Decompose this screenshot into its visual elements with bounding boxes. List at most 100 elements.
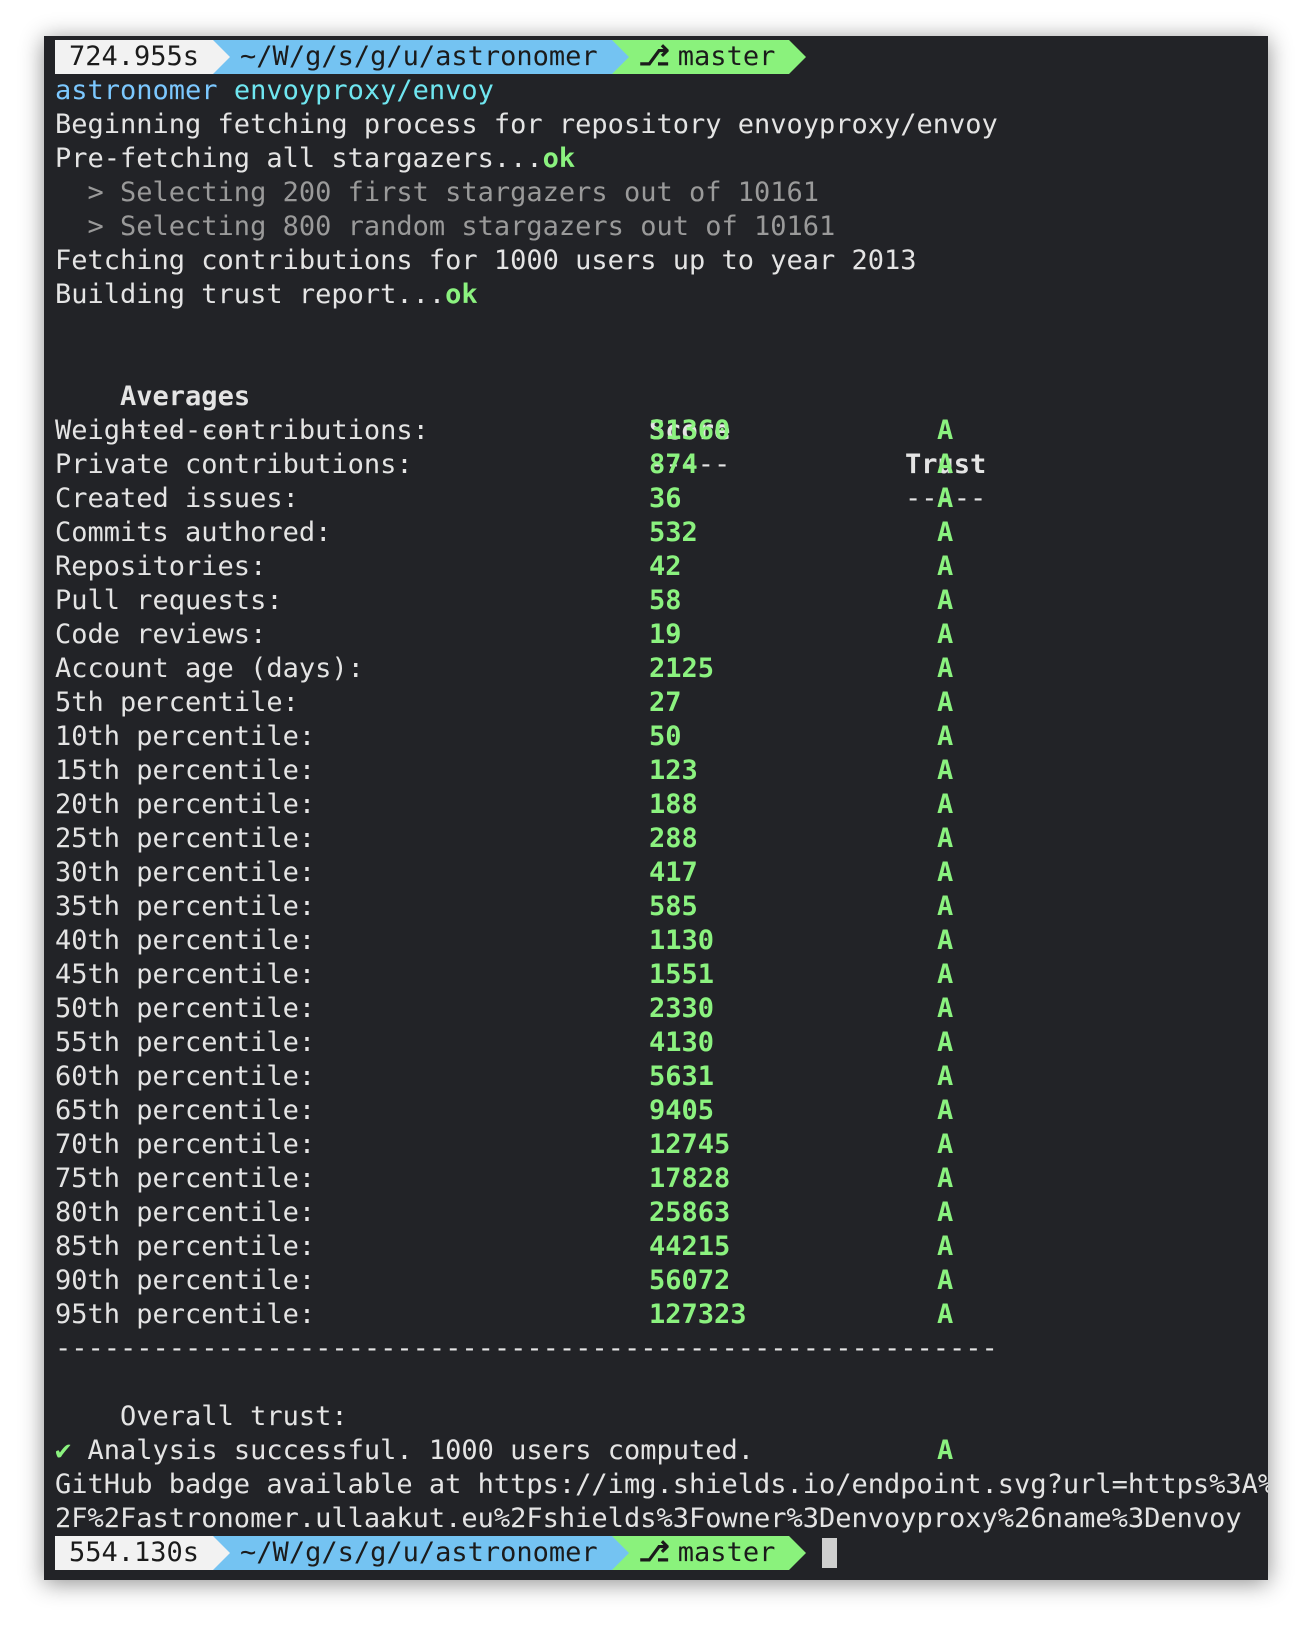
row-label: 25th percentile: (55, 823, 316, 854)
row-trust-grade: A (937, 1129, 954, 1160)
row-trust-grade: A (937, 517, 954, 548)
row-trust-grade: A (937, 1231, 954, 1262)
row-score: 127323 (649, 1299, 747, 1330)
table-row: 80th percentile: 25863 A (55, 1196, 1268, 1230)
row-score: 50 (649, 721, 682, 752)
overall-trust-row: Overall trust: A (55, 1366, 1268, 1466)
row-label: 20th percentile: (55, 789, 316, 820)
powerline-separator (789, 1536, 807, 1570)
row-score: 9405 (649, 1095, 715, 1126)
row-score: 4130 (649, 1027, 715, 1058)
log-prefetch: Pre-fetching all stargazers...ok (55, 142, 1268, 176)
table-header: Averages Score Trust (55, 346, 1268, 480)
row-label: 85th percentile: (55, 1231, 316, 1262)
row-label: Account age (days): (55, 653, 364, 684)
row-label: 95th percentile: (55, 1299, 316, 1330)
powerline-separator (611, 1536, 629, 1570)
prompt-path: ~/W/g/s/g/u/astronomer (230, 1536, 612, 1570)
row-trust-grade: A (937, 755, 954, 786)
row-score: 58 (649, 585, 682, 616)
row-trust-grade: A (937, 619, 954, 650)
table-row: 95th percentile: 127323 A (55, 1298, 1268, 1332)
row-score: 19 (649, 619, 682, 650)
table-row: Code reviews: 19 A (55, 618, 1268, 652)
row-trust-grade: A (937, 789, 954, 820)
prompt-branch: master (677, 1537, 776, 1568)
row-trust-grade: A (937, 449, 954, 480)
table-row: 10th percentile: 50 A (55, 720, 1268, 754)
status-ok: ok (542, 143, 576, 174)
row-trust-grade: A (937, 415, 954, 446)
table-row: 70th percentile: 12745 A (55, 1128, 1268, 1162)
table-row: 55th percentile: 4130 A (55, 1026, 1268, 1060)
table-row: 60th percentile: 5631 A (55, 1060, 1268, 1094)
row-trust-grade: A (937, 1265, 954, 1296)
row-label: Commits authored: (55, 517, 332, 548)
command-program: astronomer (55, 75, 218, 106)
row-label: 35th percentile: (55, 891, 316, 922)
row-score: 5631 (649, 1061, 715, 1092)
prompt-top: 724.955s ~/W/g/s/g/u/astronomer ⎇ master (55, 40, 1268, 74)
log-fetching: Fetching contributions for 1000 users up… (55, 245, 917, 276)
row-label: 40th percentile: (55, 925, 316, 956)
row-label: Code reviews: (55, 619, 267, 650)
table-row: 45th percentile: 1551 A (55, 958, 1268, 992)
row-label: 80th percentile: (55, 1197, 316, 1228)
table-row: 90th percentile: 56072 A (55, 1264, 1268, 1298)
row-score: 36 (649, 483, 682, 514)
table-row: Repositories: 42 A (55, 550, 1268, 584)
row-score: 123 (649, 755, 698, 786)
row-score: 1551 (649, 959, 715, 990)
row-score: 188 (649, 789, 698, 820)
prompt-git: ⎇ master (628, 1536, 790, 1570)
check-icon: ✔ (55, 1435, 72, 1466)
git-branch-icon: ⎇ (638, 41, 670, 72)
row-trust-grade: A (937, 1163, 954, 1194)
row-trust-grade: A (937, 585, 954, 616)
row-trust-grade: A (937, 1197, 954, 1228)
table-row: Account age (days): 2125 A (55, 652, 1268, 686)
row-label: 90th percentile: (55, 1265, 316, 1296)
row-trust-grade: A (937, 483, 954, 514)
row-label: Pull requests: (55, 585, 283, 616)
table-row: 75th percentile: 17828 A (55, 1162, 1268, 1196)
table-header-underline: -------- ----- ----- (55, 380, 1268, 514)
prompt-time: 554.130s (55, 1536, 214, 1570)
row-score: 288 (649, 823, 698, 854)
row-score: 585 (649, 891, 698, 922)
row-label: 50th percentile: (55, 993, 316, 1024)
prompt-branch: master (677, 41, 776, 72)
table-row: 5th percentile: 27 A (55, 686, 1268, 720)
row-score: 56072 (649, 1265, 731, 1296)
row-trust-grade: A (937, 1061, 954, 1092)
table-row: Created issues: 36 A (55, 482, 1268, 516)
row-label: Created issues: (55, 483, 299, 514)
prompt-bottom: 554.130s ~/W/g/s/g/u/astronomer ⎇ master (55, 1536, 1268, 1570)
row-trust-grade: A (937, 959, 954, 990)
table-row: 40th percentile: 1130 A (55, 924, 1268, 958)
prompt-time: 724.955s (55, 40, 214, 74)
row-label: 30th percentile: (55, 857, 316, 888)
table-row: 15th percentile: 123 A (55, 754, 1268, 788)
result-success-text: Analysis successful. 1000 users computed… (87, 1435, 755, 1466)
table-row: Commits authored: 532 A (55, 516, 1268, 550)
row-trust-grade: A (937, 653, 954, 684)
row-score: 12745 (649, 1129, 731, 1160)
row-trust-grade: A (937, 551, 954, 582)
row-label: Repositories: (55, 551, 267, 582)
powerline-separator (213, 40, 231, 74)
row-trust-grade: A (937, 823, 954, 854)
badge-url-line-1: GitHub badge available at https://img.sh… (55, 1469, 1268, 1500)
row-label: 45th percentile: (55, 959, 316, 990)
row-score: 874 (649, 449, 698, 480)
log-building: Building trust report...ok (55, 278, 1268, 312)
terminal-cursor[interactable] (822, 1538, 838, 1568)
row-score: 2125 (649, 653, 715, 684)
terminal-window[interactable]: 724.955s ~/W/g/s/g/u/astronomer ⎇ master … (44, 36, 1268, 1580)
row-label: 65th percentile: (55, 1095, 316, 1126)
table-row: 65th percentile: 9405 A (55, 1094, 1268, 1128)
row-label: 10th percentile: (55, 721, 316, 752)
row-score: 17828 (649, 1163, 731, 1194)
table-body: Weighted contributions: 31360 A Private con… (55, 414, 1268, 1332)
